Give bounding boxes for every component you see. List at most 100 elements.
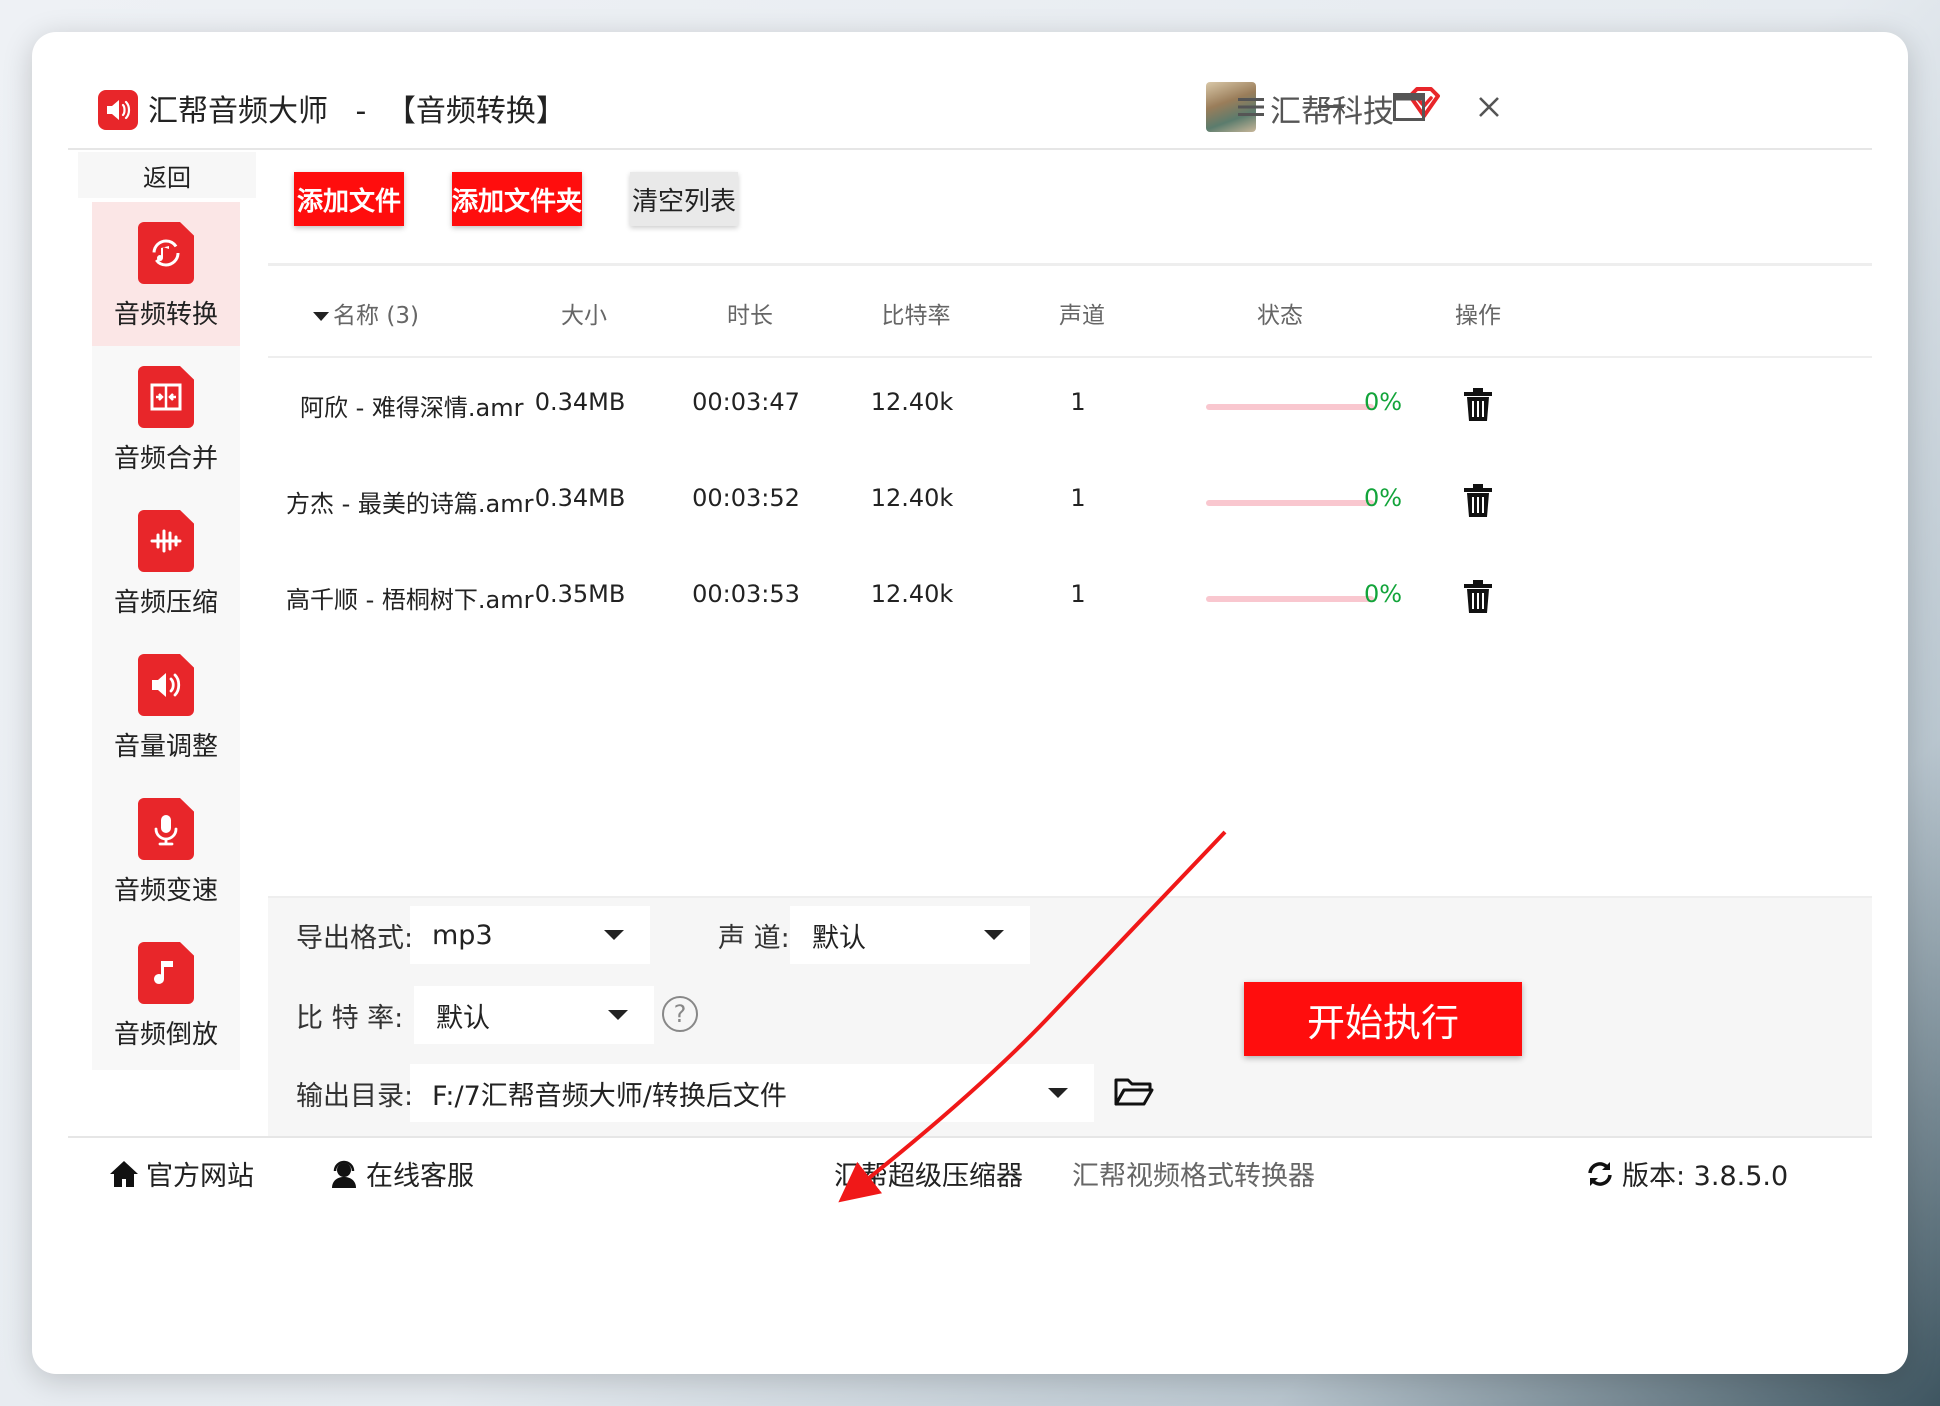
file-table: 名称 (3) 大小 时长 比特率 声道 状态 操作 阿欣 - 难得深情.amr … (268, 266, 1872, 896)
support-label: 在线客服 (366, 1161, 474, 1192)
header-bitrate: 比特率 (881, 303, 951, 329)
header-duration: 时长 (727, 303, 773, 329)
output-label: 输出目录: (296, 1081, 414, 1112)
output-dir-value: F:/7汇帮音频大师/转换后文件 (432, 1080, 787, 1112)
bitrate-select[interactable]: 默认 (414, 986, 654, 1044)
settings-panel: 导出格式: mp3 声 道: 默认 比 特 率: 默认 ? 输出目录: F:/7… (268, 896, 1872, 1136)
chevron-down-icon (984, 930, 1004, 940)
title-separator: - (355, 94, 367, 129)
file-channels: 1 (1070, 388, 1086, 416)
audio-speed-icon (138, 798, 194, 860)
table-header: 名称 (3) 大小 时长 比特率 声道 状态 操作 (268, 266, 1872, 358)
file-duration: 00:03:47 (692, 388, 800, 416)
file-size: 0.34MB (534, 484, 626, 512)
table-row[interactable]: 高千顺 - 梧桐树下.amr 0.35MB 00:03:53 12.40k 1 … (268, 550, 1872, 646)
progress-percent: 0% (1364, 388, 1403, 416)
sidebar-item-volume-adjust[interactable]: 音量调整 (92, 634, 240, 782)
version-label: 版本: 3.8.5.0 (1622, 1161, 1789, 1192)
file-name: 方杰 - 最美的诗篇.amr (286, 490, 534, 518)
delete-icon[interactable] (1458, 384, 1498, 426)
sidebar-item-audio-speed[interactable]: 音频变速 (92, 778, 240, 926)
progress-percent: 0% (1364, 580, 1403, 608)
sort-down-icon (313, 312, 330, 321)
progress-bar (1206, 500, 1374, 506)
sidebar-item-audio-compress[interactable]: 音频压缩 (92, 490, 240, 638)
header-size: 大小 (561, 303, 607, 329)
file-bitrate: 12.40k (870, 484, 954, 512)
file-bitrate: 12.40k (870, 388, 954, 416)
app-window: 汇帮音频大师 - 【音频转换】 汇帮科技 返回 音频转换 音频合并 音频压缩 音… (32, 32, 1908, 1374)
header-status: 状态 (1257, 303, 1303, 329)
delete-icon[interactable] (1458, 480, 1498, 522)
sidebar-item-label: 音频压缩 (113, 588, 218, 618)
app-title: 汇帮音频大师 - 【音频转换】 (148, 86, 566, 130)
sort-header-name[interactable]: 名称 (3) (313, 296, 419, 330)
compressor-link[interactable]: 汇帮超级压缩器 (834, 1154, 1023, 1193)
header-channels: 声道 (1059, 303, 1105, 329)
format-select[interactable]: mp3 (410, 906, 650, 964)
audio-reverse-icon (138, 942, 194, 1004)
volume-adjust-icon (138, 654, 194, 716)
channel-select[interactable]: 默认 (790, 906, 1030, 964)
chevron-down-icon (608, 1010, 628, 1020)
header-action: 操作 (1455, 303, 1501, 329)
folder-open-icon[interactable] (1114, 1076, 1154, 1110)
sidebar-item-label: 音频变速 (113, 876, 218, 906)
sidebar-item-audio-merge[interactable]: 音频合并 (92, 346, 240, 494)
audio-convert-icon (138, 222, 194, 284)
back-button[interactable]: 返回 (78, 152, 256, 198)
table-row[interactable]: 方杰 - 最美的诗篇.amr 0.34MB 00:03:52 12.40k 1 … (268, 454, 1872, 550)
output-dir-select[interactable]: F:/7汇帮音频大师/转换后文件 (410, 1064, 1094, 1122)
file-name: 阿欣 - 难得深情.amr (300, 394, 524, 422)
support-agent-icon (332, 1160, 356, 1188)
header-name-label: 名称 (3) (333, 303, 419, 329)
channel-value: 默认 (812, 922, 866, 954)
chevron-down-icon (1048, 1088, 1068, 1098)
table-row[interactable]: 阿欣 - 难得深情.amr 0.34MB 00:03:47 12.40k 1 0… (268, 358, 1872, 454)
progress-bar (1206, 596, 1374, 602)
file-size: 0.34MB (534, 388, 626, 416)
website-link[interactable]: 官方网站 (108, 1154, 254, 1193)
clear-list-button[interactable]: 清空列表 (630, 172, 738, 226)
file-size: 0.35MB (534, 580, 626, 608)
title-bar: 汇帮音频大师 - 【音频转换】 汇帮科技 (68, 66, 1872, 150)
format-value: mp3 (432, 919, 493, 951)
home-icon (110, 1160, 138, 1187)
bitrate-value: 默认 (436, 1002, 490, 1034)
refresh-icon (1588, 1161, 1612, 1186)
mode-title: 【音频转换】 (385, 94, 566, 129)
footer: 官方网站 在线客服 汇帮超级压缩器 汇帮视频格式转换器 版本: 3.8.5.0 (68, 1136, 1872, 1206)
chevron-down-icon (604, 930, 624, 940)
add-folder-button[interactable]: 添加文件夹 (452, 172, 582, 226)
help-icon[interactable]: ? (662, 996, 698, 1032)
progress-bar (1206, 404, 1374, 410)
website-label: 官方网站 (146, 1161, 254, 1192)
add-file-button[interactable]: 添加文件 (294, 172, 404, 226)
version-info[interactable]: 版本: 3.8.5.0 (1584, 1154, 1788, 1193)
sidebar-item-label: 音频合并 (113, 444, 218, 474)
file-duration: 00:03:53 (692, 580, 800, 608)
toolbar: 添加文件 添加文件夹 清空列表 (268, 150, 1872, 266)
bitrate-label: 比 特 率: (296, 1003, 404, 1034)
support-link[interactable]: 在线客服 (328, 1154, 474, 1193)
maximize-icon[interactable] (1386, 84, 1432, 130)
file-channels: 1 (1070, 484, 1086, 512)
audio-merge-icon (138, 366, 194, 428)
sidebar-item-audio-reverse[interactable]: 音频倒放 (92, 922, 240, 1070)
channel-label: 声 道: (718, 923, 790, 954)
sidebar-item-label: 音频转换 (113, 300, 218, 330)
file-channels: 1 (1070, 580, 1086, 608)
app-name: 汇帮音频大师 (148, 94, 328, 129)
close-icon[interactable] (1466, 84, 1512, 130)
sidebar-item-label: 音频倒放 (113, 1020, 218, 1050)
video-converter-link[interactable]: 汇帮视频格式转换器 (1072, 1154, 1315, 1193)
minimize-icon[interactable] (1308, 84, 1354, 130)
sidebar-item-audio-convert[interactable]: 音频转换 (92, 202, 240, 350)
menu-icon[interactable] (1228, 84, 1274, 130)
file-name: 高千顺 - 梧桐树下.amr (286, 586, 534, 614)
file-bitrate: 12.40k (870, 580, 954, 608)
start-button[interactable]: 开始执行 (1244, 982, 1522, 1056)
app-logo-icon (98, 90, 138, 130)
sidebar-item-label: 音量调整 (113, 732, 218, 762)
delete-icon[interactable] (1458, 576, 1498, 618)
